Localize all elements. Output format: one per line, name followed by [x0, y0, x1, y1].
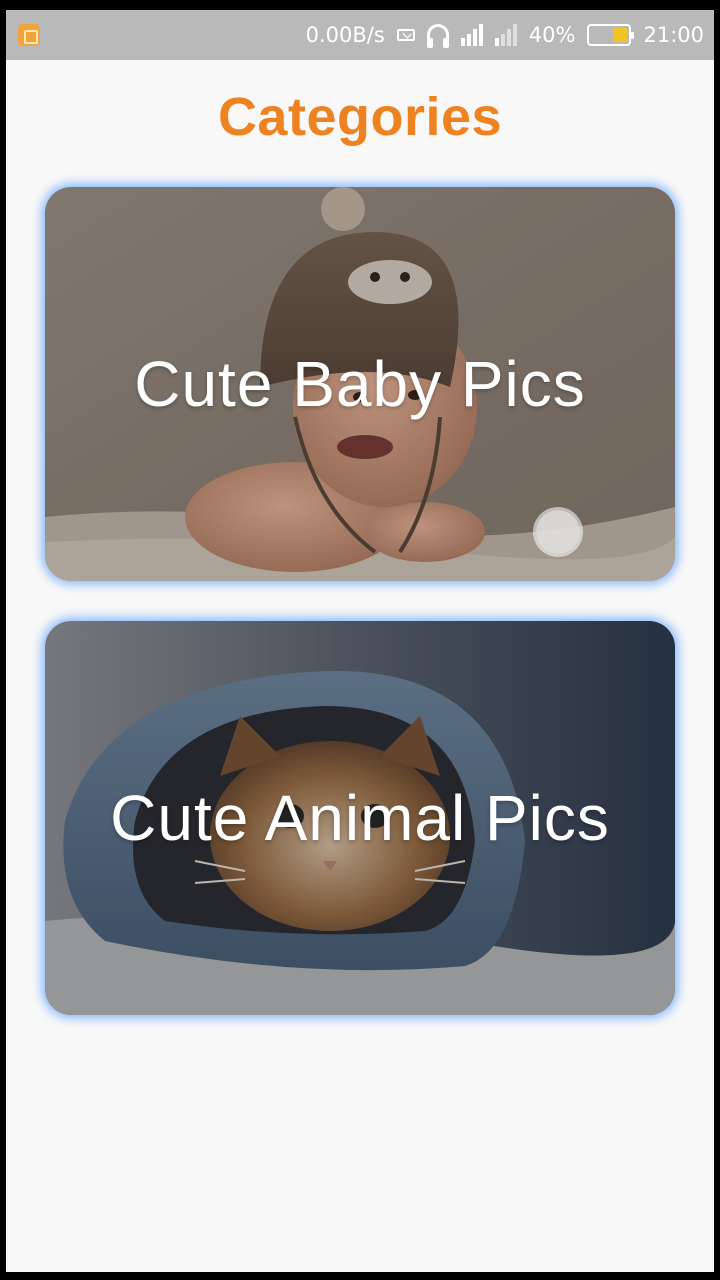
status-bar: 0.00B/s 40% 21:00 — [6, 10, 714, 60]
battery-icon — [587, 24, 635, 46]
category-label: Cute Baby Pics — [134, 348, 586, 420]
signal-4g-icon — [460, 24, 483, 46]
headset-icon — [426, 23, 449, 48]
network-speed: 0.00B/s — [305, 23, 385, 47]
app-notification-icon — [18, 24, 40, 46]
app-screen: 0.00B/s 40% 21:00 Categories Cute Baby P… — [6, 10, 714, 1272]
category-label: Cute Animal Pics — [110, 782, 610, 854]
clock: 21:00 — [643, 23, 704, 47]
page-title: Categories — [217, 87, 503, 147]
status-indicators: 0.00B/s 40% 21:00 — [305, 23, 704, 48]
mail-icon — [396, 23, 415, 47]
category-card-cute-baby-pics[interactable]: Cute Baby Pics — [45, 187, 675, 581]
category-card-cute-animal-pics[interactable]: Cute Animal Pics — [45, 621, 675, 1015]
battery-percent: 40% — [528, 23, 576, 47]
signal-icon — [494, 24, 517, 46]
touch-indicator — [536, 510, 580, 554]
